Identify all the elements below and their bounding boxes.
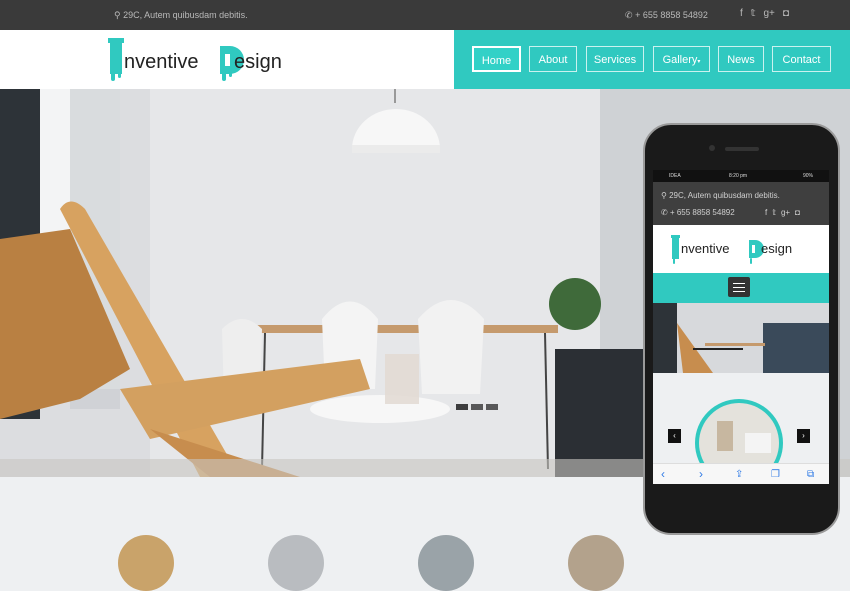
google-plus-icon[interactable]: g+: [763, 8, 774, 19]
phone-icon: ✆: [625, 10, 633, 20]
address-label: 29C, Autem quibusdam debitis.: [123, 10, 248, 20]
nav-home[interactable]: Home: [472, 46, 521, 72]
mobile-battery: 90%: [803, 173, 814, 179]
mobile-slider-prev-button[interactable]: ‹: [668, 429, 681, 443]
mobile-logo[interactable]: nventive esign: [653, 225, 829, 273]
mobile-logo-word-1: nventive: [681, 241, 730, 256]
mobile-slider: ‹ ›: [653, 373, 829, 484]
main-navigation: Home About Services Gallery▾ News Contac…: [454, 30, 850, 89]
mobile-phone-label: + 655 8858 54892: [669, 208, 735, 217]
feature-thumb[interactable]: [568, 535, 624, 591]
social-links: f 𝕥 g+ ◘: [740, 8, 789, 19]
twitter-icon[interactable]: 𝕥: [772, 208, 776, 217]
nav-gallery[interactable]: Gallery▾: [653, 46, 710, 72]
nav-news[interactable]: News: [718, 46, 764, 72]
phone-label: + 655 8858 54892: [635, 10, 708, 20]
mobile-top-bar: ⚲ 29C, Autem quibusdam debitis. ✆ + 655 …: [653, 182, 829, 225]
back-arrow-icon[interactable]: ‹: [661, 467, 665, 481]
google-plus-icon[interactable]: g+: [781, 208, 790, 217]
nav-gallery-label: Gallery: [662, 54, 698, 66]
facebook-icon[interactable]: f: [740, 8, 743, 19]
nav-contact[interactable]: Contact: [772, 46, 831, 72]
feature-thumb[interactable]: [118, 535, 174, 591]
feature-thumb[interactable]: [268, 535, 324, 591]
share-icon[interactable]: ⇪: [735, 469, 743, 480]
slider-dot[interactable]: [486, 404, 498, 410]
bookmarks-icon[interactable]: ❐: [771, 469, 780, 480]
map-pin-icon: ⚲: [114, 10, 121, 20]
slider-pagination: [456, 404, 498, 410]
hamburger-menu-icon[interactable]: [728, 277, 750, 297]
chevron-left-icon: ‹: [673, 431, 676, 440]
chevron-down-icon: ▾: [697, 59, 701, 65]
mobile-hero-image: [653, 303, 829, 373]
mobile-hero-graphic: [653, 303, 829, 373]
mobile-nav-bar: [653, 273, 829, 303]
logo-word-2: esign: [234, 51, 282, 73]
address-text: ⚲ 29C, Autem quibusdam debitis.: [114, 10, 248, 21]
forward-arrow-icon[interactable]: ›: [699, 467, 703, 481]
phone-text: ✆ + 655 8858 54892: [625, 10, 708, 21]
mobile-status-bar: IDEA 8:20 pm 90%: [653, 170, 829, 182]
slider-dot[interactable]: [456, 404, 468, 410]
phone-speaker-icon: [725, 147, 759, 151]
phone-screen: IDEA 8:20 pm 90% ⚲ 29C, Autem quibusdam …: [653, 170, 829, 484]
mobile-slider-next-button[interactable]: ›: [797, 429, 810, 443]
slider-dot[interactable]: [471, 404, 483, 410]
site-logo[interactable]: nventive esign: [108, 36, 308, 84]
chevron-right-icon: ›: [802, 431, 805, 440]
feature-thumb[interactable]: [418, 535, 474, 591]
mobile-social-links: f 𝕥 g+ ◘: [765, 208, 800, 217]
tabs-icon[interactable]: ⧉: [807, 469, 814, 480]
nav-about[interactable]: About: [529, 46, 577, 72]
nav-services[interactable]: Services: [586, 46, 644, 72]
facebook-icon[interactable]: f: [765, 208, 767, 217]
mobile-logo-word-2: esign: [761, 241, 793, 256]
mobile-slide-graphic: [695, 399, 783, 484]
twitter-icon[interactable]: 𝕥: [751, 8, 756, 19]
mobile-carrier: IDEA: [669, 173, 681, 179]
mobile-phone: ✆ + 655 8858 54892: [661, 208, 735, 217]
instagram-icon[interactable]: ◘: [795, 208, 800, 217]
mobile-time: 8:20 pm: [729, 173, 748, 179]
mobile-address: ⚲ 29C, Autem quibusdam debitis.: [661, 191, 780, 200]
phone-camera-icon: [709, 145, 715, 151]
instagram-icon[interactable]: ◘: [783, 8, 789, 19]
mobile-browser-toolbar: ‹ › ⇪ ❐ ⧉: [653, 463, 829, 484]
top-info-bar: ⚲ 29C, Autem quibusdam debitis. ✆ + 655 …: [0, 0, 850, 30]
mobile-address-label: 29C, Autem quibusdam debitis.: [669, 191, 780, 200]
logo-word-1: nventive: [124, 51, 199, 73]
mobile-logo-glyphs-icon: [671, 235, 764, 264]
